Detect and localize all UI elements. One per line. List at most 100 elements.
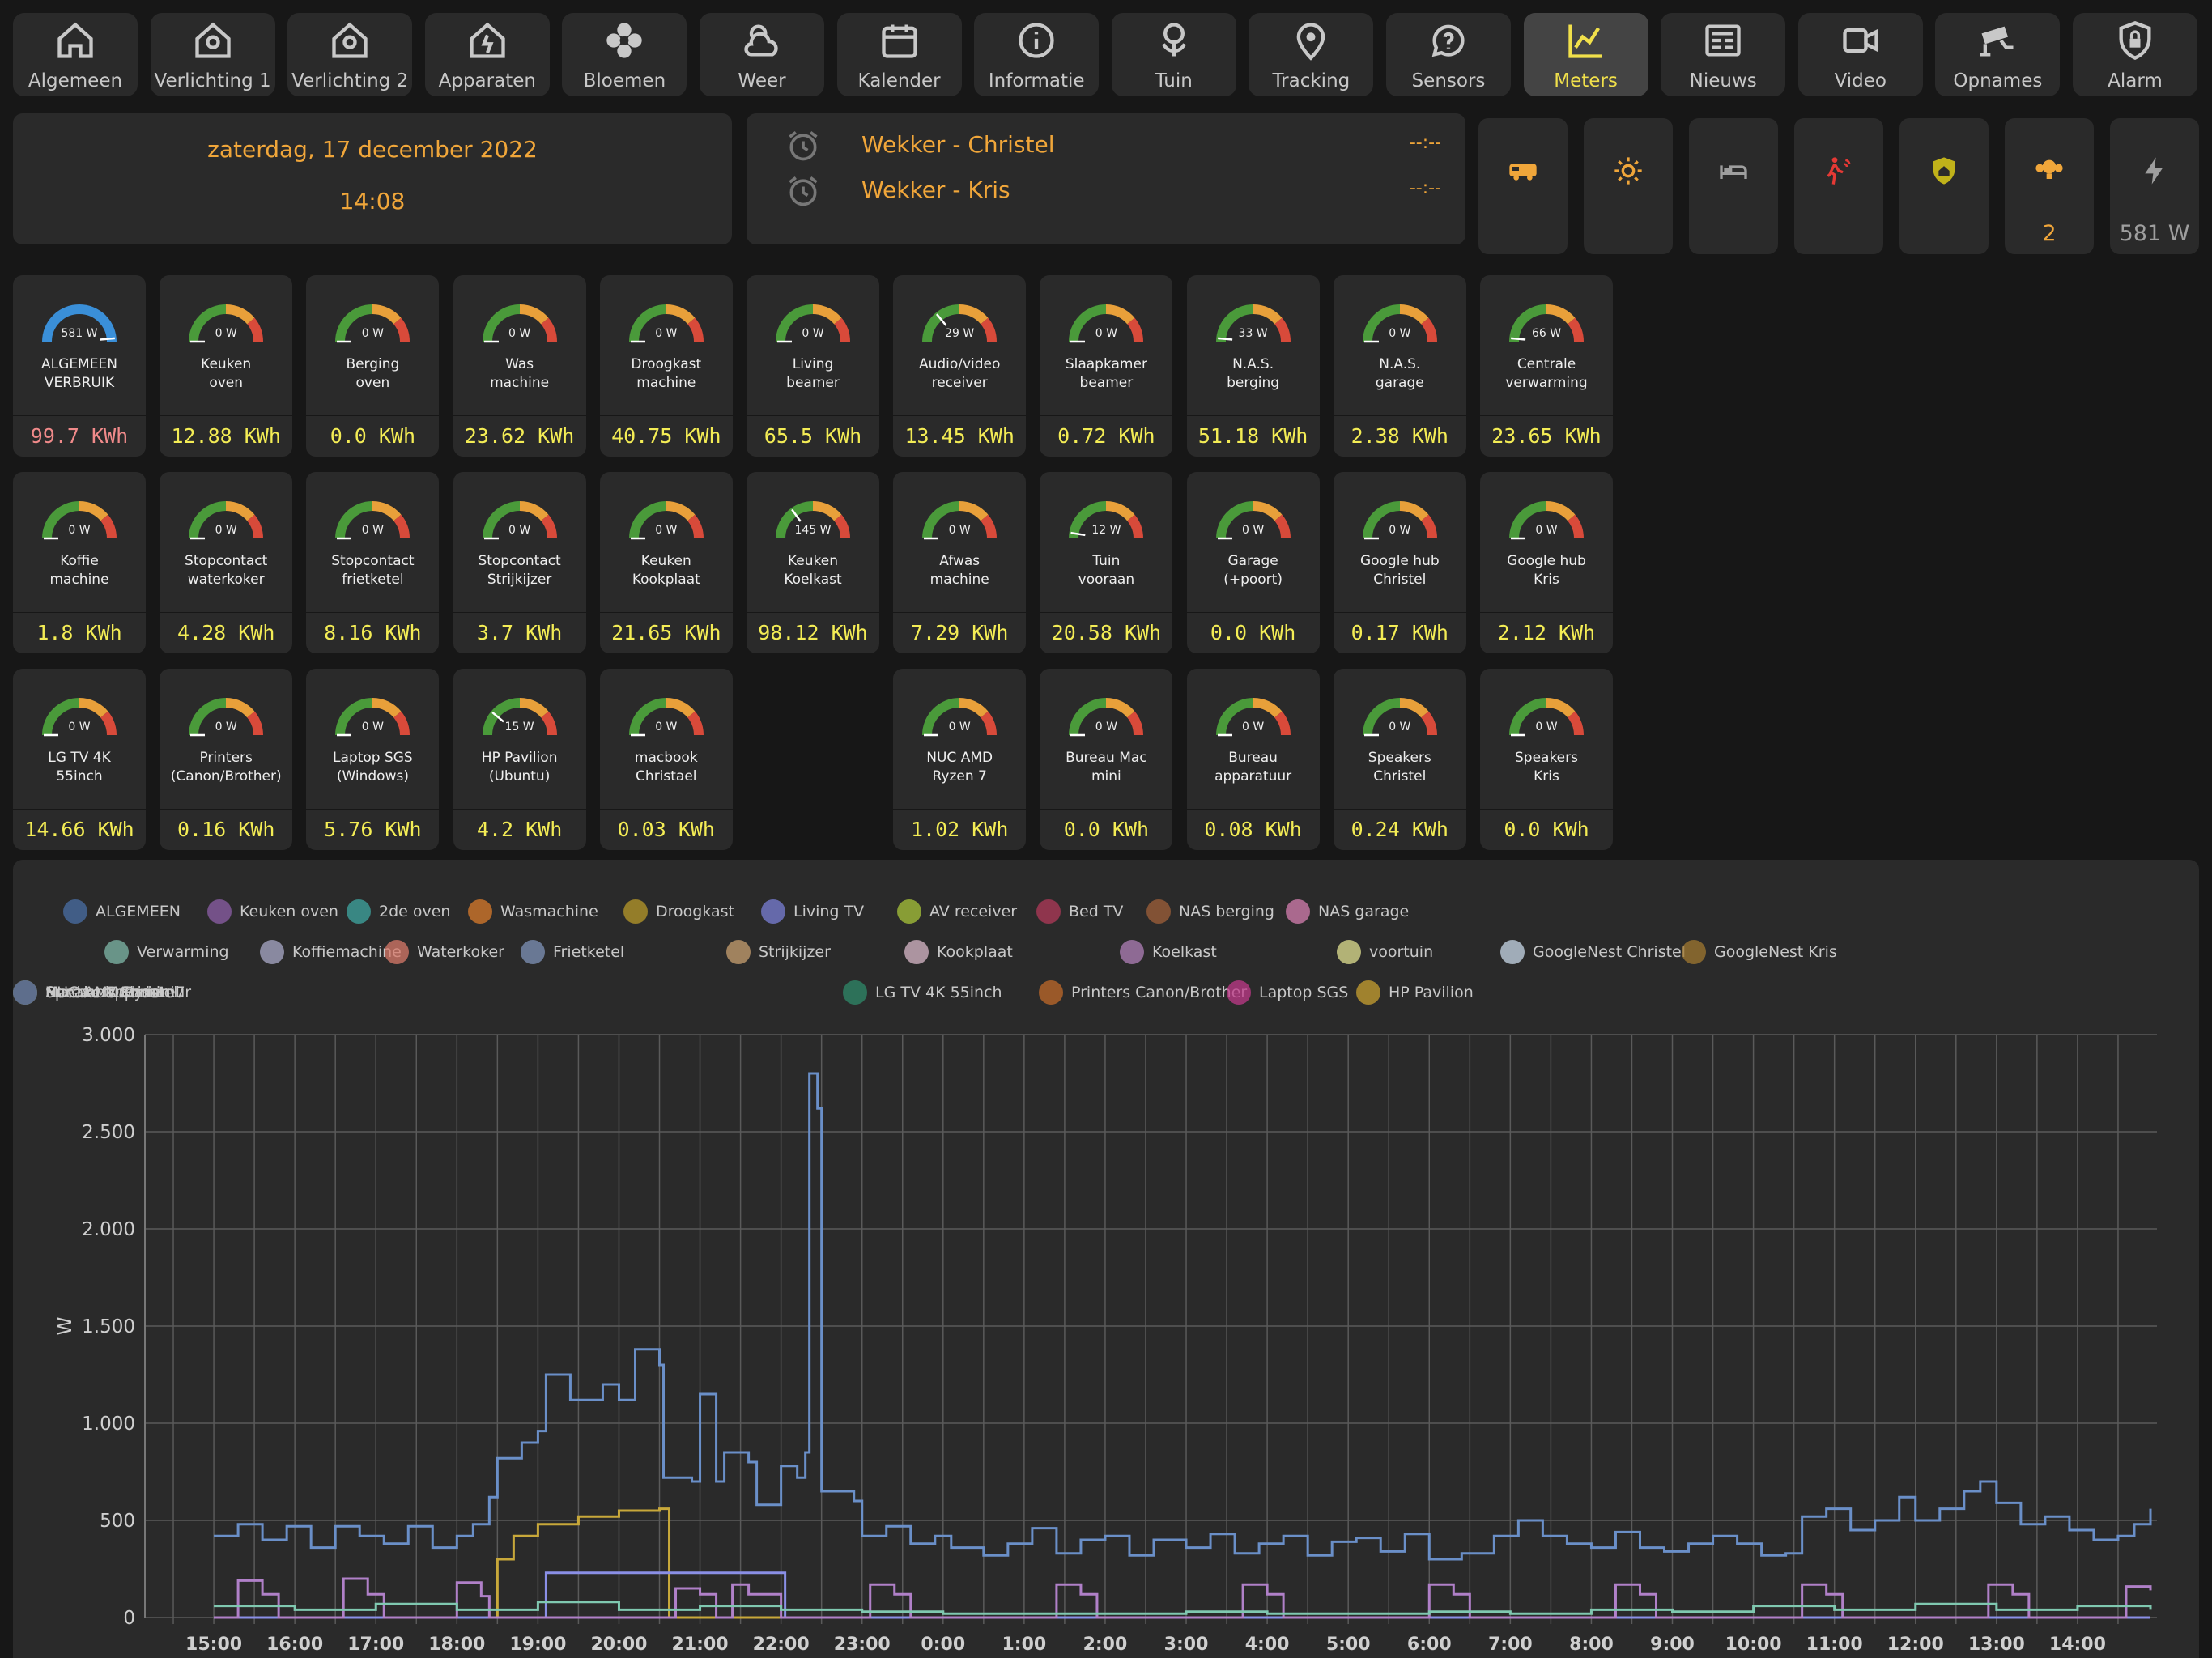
meter-card[interactable]: 0 W Garage (+poort) 0.0 KWh [1186, 472, 1320, 653]
alarm-time[interactable]: --:-- [1410, 178, 1441, 198]
tab-weer[interactable]: Weer [700, 13, 824, 96]
meter-name: Speakers Kris [1514, 750, 1578, 784]
series-line [214, 1577, 2152, 1619]
garden-flower-icon [1112, 18, 1236, 63]
meter-name: Google hub Christel [1359, 553, 1440, 588]
meter-card[interactable]: 0 W Slaapkamer beamer 0.72 KWh [1040, 275, 1173, 457]
gauge-arc [1069, 698, 1144, 737]
meter-card[interactable]: 0 W Afwas machine 7.29 KWh [893, 472, 1027, 653]
meter-card[interactable]: 0 W NUC AMD Ryzen 7 1.02 KWh [893, 669, 1027, 850]
meter-card[interactable]: 0 W Stopcontact frietketel 8.16 KWh [306, 472, 440, 653]
bed-button[interactable] [1689, 118, 1778, 254]
meter-value: 66 W [1531, 327, 1562, 340]
meter-card[interactable]: 0 W Google hub Christel 0.17 KWh [1333, 472, 1466, 653]
x-tick-label: 7:00 [1488, 1635, 1533, 1655]
lightbulb-group-button[interactable]: 2 [2005, 118, 2094, 254]
tab-opnames[interactable]: Opnames [1935, 13, 2061, 96]
meter-card[interactable]: 66 W Centrale verwarming 23.65 KWh [1480, 275, 1613, 457]
meter-card[interactable]: 0 W Bureau apparatuur 0.08 KWh [1186, 669, 1320, 850]
x-tick-label: 15:00 [185, 1635, 242, 1655]
meter-card[interactable]: 0 W Speakers Christel 0.24 KWh [1333, 669, 1466, 850]
meter-card[interactable]: 33 W N.A.S. berging 51.18 KWh [1186, 275, 1320, 457]
flower-icon [562, 18, 687, 63]
meter-value: 0 W [1535, 721, 1558, 733]
y-tick-label: 3.000 [82, 1025, 135, 1046]
meter-name: Bureau apparatuur [1214, 750, 1292, 784]
tab-video[interactable]: Video [1797, 13, 1923, 96]
gauge-arc [335, 501, 410, 540]
meter-card[interactable]: 0 W Laptop SGS (Windows) 5.76 KWh [306, 669, 440, 850]
meter-card[interactable]: 0 W Printers (Canon/Brother) 0.16 KWh [160, 669, 293, 850]
meter-value: 0 W [215, 327, 237, 340]
meter-value: 0 W [1241, 721, 1265, 733]
tab-bloemen[interactable]: Bloemen [562, 13, 687, 96]
flash-button[interactable]: 581 W [2110, 118, 2199, 254]
meter-card[interactable]: 0 W Living beamer 65.5 KWh [747, 275, 879, 457]
tab-meters[interactable]: Meters [1523, 13, 1648, 96]
meter-energy: 51.18 KWh [1186, 415, 1320, 457]
tab-verlichting-1[interactable]: Verlichting 1 [150, 13, 275, 96]
alarm-time[interactable]: --:-- [1410, 133, 1441, 153]
meter-card[interactable]: 0 W Stopcontact Strijkijzer 3.7 KWh [453, 472, 586, 653]
meter-card[interactable]: 0 W Keuken oven 12.88 KWh [160, 275, 293, 457]
sun-button[interactable] [1584, 118, 1673, 254]
quick-button-value: 2 [2042, 221, 2057, 246]
tab-nieuws[interactable]: Nieuws [1661, 13, 1786, 96]
gauge-arc [42, 501, 117, 540]
tab-tuin[interactable]: Tuin [1111, 13, 1236, 96]
meter-card[interactable]: 145 W Keuken Koelkast 98.12 KWh [747, 472, 879, 653]
motion-sensor-button[interactable] [1794, 118, 1883, 254]
meter-card[interactable]: 0 W Berging oven 0.0 KWh [306, 275, 440, 457]
tab-kalender[interactable]: Kalender [836, 13, 962, 96]
meter-card[interactable]: 0 W Keuken Kookplaat 21.65 KWh [599, 472, 733, 653]
meter-name: Keuken Koelkast [784, 553, 842, 588]
meter-value: 0 W [1095, 327, 1117, 340]
x-tick-label: 18:00 [428, 1635, 485, 1655]
meter-card[interactable]: 0 W Droogkast machine 40.75 KWh [599, 275, 733, 457]
tab-apparaten[interactable]: Apparaten [424, 13, 550, 96]
meter-card[interactable]: 581 W ALGEMEEN VERBRUIK 99.7 KWh [13, 275, 146, 457]
meter-value: 0 W [361, 524, 384, 537]
meter-value: 0 W [1095, 721, 1117, 733]
alarm-name[interactable]: Wekker - Kris [861, 176, 1010, 203]
meter-value: 33 W [1238, 327, 1268, 340]
gauge-arc [628, 698, 704, 737]
meter-card[interactable]: 0 W Stopcontact waterkoker 4.28 KWh [160, 472, 293, 653]
meter-card[interactable]: 0 W Speakers Kris 0.0 KWh [1480, 669, 1613, 850]
meter-value: 0 W [508, 327, 531, 340]
meter-card[interactable]: 0 W Bureau Mac mini 0.0 KWh [1040, 669, 1173, 850]
alarm-name[interactable]: Wekker - Christel [861, 131, 1055, 158]
gauge-arc [42, 698, 117, 737]
tab-verlichting-2[interactable]: Verlichting 2 [287, 13, 413, 96]
datetime-panel: zaterdag, 17 december 2022 14:08 [13, 113, 732, 244]
tab-sensors[interactable]: Sensors [1386, 13, 1511, 96]
meter-card[interactable]: 12 W Tuin vooraan 20.58 KWh [1040, 472, 1173, 653]
tab-alarm[interactable]: Alarm [2073, 13, 2197, 96]
meter-energy: 0.24 KWh [1333, 809, 1466, 850]
meter-energy: 0.08 KWh [1186, 809, 1320, 850]
meter-card[interactable]: 0 W N.A.S. garage 2.38 KWh [1333, 275, 1466, 457]
van-button[interactable] [1478, 118, 1568, 254]
meter-energy: 23.65 KWh [1480, 415, 1613, 457]
meter-card[interactable]: 0 W LG TV 4K 55inch 14.66 KWh [13, 669, 146, 850]
meter-energy: 2.12 KWh [1480, 612, 1613, 653]
meter-card[interactable]: 15 W HP Pavilion (Ubuntu) 4.2 KWh [453, 669, 586, 850]
shield-home-button[interactable] [1899, 118, 1989, 254]
meter-card[interactable]: 0 W Google hub Kris 2.12 KWh [1480, 472, 1613, 653]
home-light-icon [151, 18, 275, 63]
tab-tracking[interactable]: Tracking [1249, 13, 1374, 96]
tab-algemeen[interactable]: Algemeen [13, 13, 138, 96]
meter-card[interactable]: 0 W macbook Christael 0.03 KWh [599, 669, 733, 850]
gauge-arc [922, 698, 998, 737]
meter-card[interactable]: 0 W Was machine 23.62 KWh [453, 275, 586, 457]
meter-energy: 0.03 KWh [599, 809, 733, 850]
tab-label: Algemeen [28, 70, 123, 91]
alarms-panel: Wekker - Christel --:-- Wekker - Kris --… [747, 113, 1465, 244]
meter-card[interactable]: 29 W Audio/video receiver 13.45 KWh [893, 275, 1027, 457]
meter-name: Laptop SGS (Windows) [333, 750, 413, 784]
tab-informatie[interactable]: Informatie [974, 13, 1100, 96]
meter-card[interactable]: 0 W Koffie machine 1.8 KWh [13, 472, 146, 653]
bed-icon [1689, 151, 1778, 191]
x-tick-label: 8:00 [1569, 1635, 1614, 1655]
x-tick-label: 13:00 [1968, 1635, 2025, 1655]
